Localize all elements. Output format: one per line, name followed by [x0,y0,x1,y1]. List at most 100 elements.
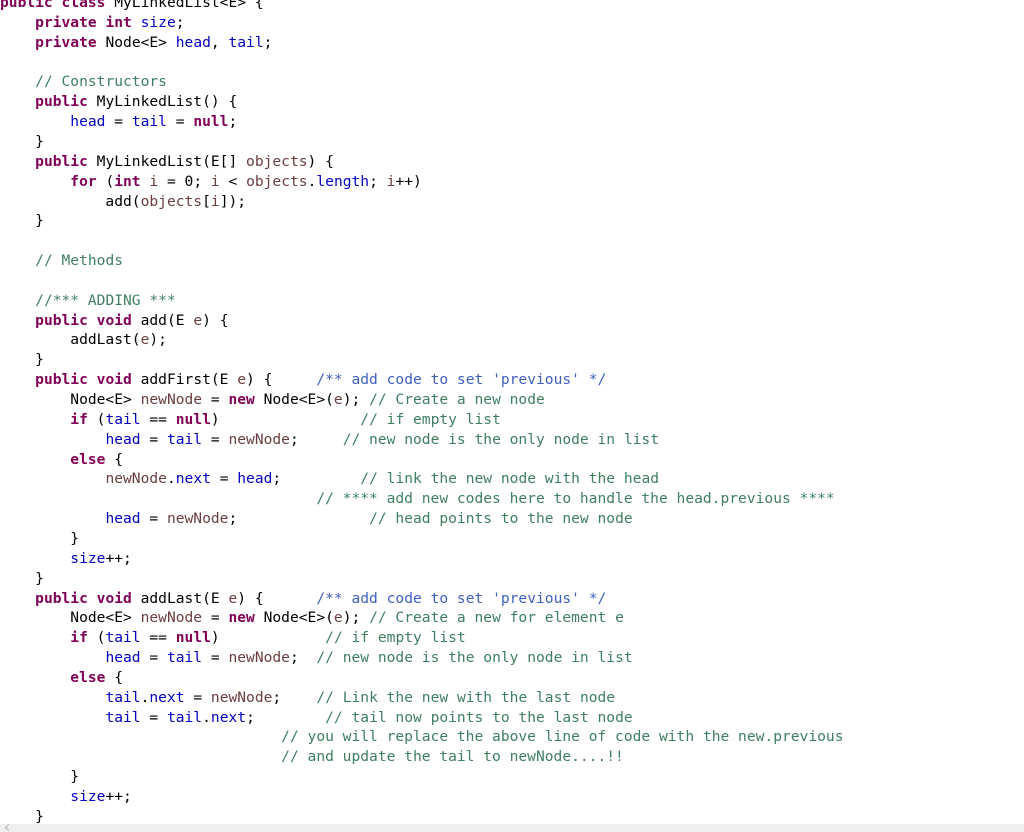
keyword-token: null [193,113,229,131]
code-line[interactable]: // Methods [0,251,123,271]
field-token: tail [105,629,141,647]
keyword-token: new [228,391,255,408]
comment-token: // **** add new codes here to handle the… [316,490,835,508]
javadoc-token: /** add code to set 'previous' */ [316,589,607,607]
code-token: = [202,649,229,667]
code-line[interactable]: public void add(E e) { [0,311,228,331]
code-token: ; [369,172,387,190]
code-line[interactable]: size++; [0,787,132,807]
code-line[interactable]: size++; [0,549,132,569]
keyword-token: public [35,93,88,111]
comment-token: // Create a new for element e [369,609,624,627]
code-line[interactable]: head = tail = null; [0,112,237,132]
code-line[interactable]: public MyLinkedList() { [0,92,237,112]
code-line[interactable]: } [0,767,79,787]
code-line[interactable]: tail.next = newNode; // Link the new wit… [0,688,615,708]
code-line[interactable]: addLast(e); [0,330,167,350]
code-line[interactable]: if (tail == null) // if empty list [0,628,465,648]
code-token: ; [228,510,370,528]
code-line[interactable]: // Constructors [0,72,167,92]
code-line[interactable]: } [0,132,44,152]
keyword-token: public [35,152,88,170]
code-line[interactable]: head = newNode; // head points to the ne… [0,509,632,529]
code-line[interactable]: private Node<E> head, tail; [0,33,272,53]
code-line[interactable]: if (tail == null) // if empty list [0,410,501,430]
code-token: } [0,212,44,230]
code-line[interactable]: Node<E> newNode = new Node<E>(e); // Cre… [0,608,624,628]
code-line[interactable]: tail = tail.next; // tail now points to … [0,708,633,728]
field-token: head [105,649,141,667]
field-token: next [210,708,247,726]
keyword-token: for [70,172,97,190]
comment-token: // and update the tail to newNode....!! [281,748,624,766]
code-line[interactable]: //*** ADDING *** [0,291,176,311]
comment-token: // Link the new with the last node [316,688,616,706]
code-token: = [202,391,229,408]
code-line[interactable]: newNode.next = head; // link the new nod… [0,469,659,489]
code-line[interactable]: public void addFirst(E e) { /** add code… [0,370,606,390]
code-token: , [210,33,229,51]
code-line[interactable]: public void addLast(E e) { /** add code … [0,589,606,609]
local-variable-token: newNode [210,688,273,706]
local-variable-token: e [333,609,343,627]
local-variable-token: objects [246,172,308,190]
code-token: addLast(E [131,589,229,607]
keyword-token: if [70,629,88,647]
code-line[interactable]: head = tail = newNode; // new node is th… [0,648,632,668]
code-editor[interactable]: public class MyLinkedList<E> { private i… [0,0,1024,825]
comment-token: // tail now points to the last node [325,708,633,726]
code-token: == [140,629,176,647]
code-line[interactable]: private int size; [0,13,185,33]
field-token: next [149,688,185,706]
code-line[interactable]: } [0,211,44,231]
chevron-left-icon[interactable] [4,823,13,832]
code-line[interactable]: else { [0,668,123,688]
field-token: next [175,470,211,488]
code-line[interactable]: else { [0,450,123,470]
code-token: == [140,410,176,428]
field-token: tail [166,708,203,726]
horizontal-scrollbar[interactable] [0,823,1024,832]
code-line[interactable]: // you will replace the above line of co… [0,727,843,747]
field-token: size [70,549,106,567]
local-variable-token: e [193,311,203,329]
field-token: head [237,470,273,488]
code-token: ]); [219,192,247,210]
comment-token: // Constructors [35,73,167,91]
code-line[interactable]: } [0,569,44,589]
code-line[interactable]: // **** add new codes here to handle the… [0,489,835,509]
code-line[interactable]: // and update the tail to newNode....!! [0,747,624,767]
code-line[interactable]: add(objects[i]); [0,192,246,212]
code-line[interactable]: Node<E> newNode = new Node<E>(e); // Cre… [0,390,545,410]
code-line[interactable]: head = tail = newNode; // new node is th… [0,430,659,450]
keyword-token: public void [35,589,132,607]
code-line[interactable]: public MyLinkedList(E[] objects) { [0,152,334,172]
field-token: tail [166,649,203,667]
code-line[interactable]: } [0,529,79,549]
code-token: Node<E>( [254,609,334,627]
code-token: MyLinkedList<E> { [105,0,264,11]
code-token: ); [342,609,370,627]
code-line[interactable]: public class MyLinkedList<E> { [0,0,264,13]
code-token: ; [272,688,317,706]
code-token: } [0,529,80,547]
code-line[interactable]: } [0,350,44,370]
local-variable-token: e [237,371,247,389]
code-token: ; [175,13,185,31]
local-variable-token: newNode [140,609,203,627]
keyword-token: public class [0,0,106,11]
code-line[interactable]: for (int i = 0; i < objects.length; i++) [0,172,422,192]
code-token: add( [0,192,141,210]
comment-token: // new node is the only node in list [342,430,660,448]
